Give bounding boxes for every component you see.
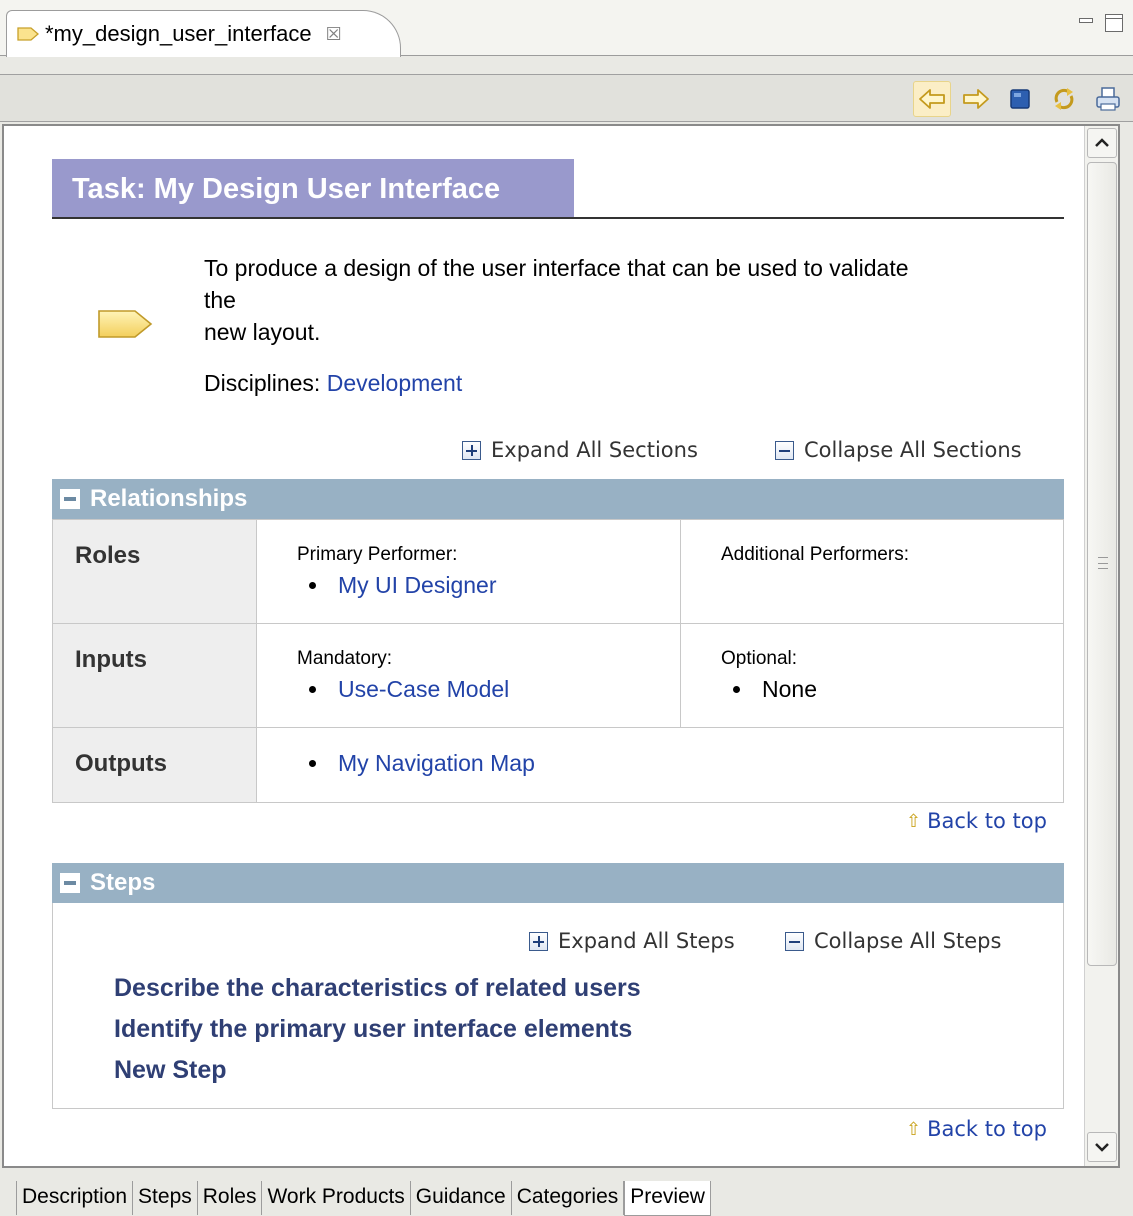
- expand-icon: [462, 440, 481, 460]
- step-title[interactable]: Describe the characteristics of related …: [114, 974, 641, 1003]
- editor-tab-strip: *my_design_user_interface ☒: [0, 0, 1133, 57]
- maximize-icon[interactable]: [1105, 14, 1123, 32]
- close-tab-icon[interactable]: ☒: [326, 24, 342, 45]
- relationships-table: Roles Primary Performer: My UI Designer …: [52, 519, 1064, 803]
- collapse-section-icon[interactable]: [60, 489, 80, 509]
- work-product-link[interactable]: My Navigation Map: [338, 750, 535, 777]
- grip-icon: [1098, 557, 1108, 569]
- stop-icon: [1010, 89, 1030, 109]
- preview-browser: Task: My Design User Interface To produc…: [2, 124, 1120, 1168]
- scroll-up-button[interactable]: [1087, 128, 1117, 158]
- expand-all-sections-link[interactable]: Expand All Sections: [462, 438, 698, 462]
- tab-work-products[interactable]: Work Products: [262, 1181, 411, 1215]
- disciplines-label: Disciplines:: [204, 370, 321, 396]
- inputs-row: Inputs Mandatory: Use-Case Model Optiona…: [52, 623, 1064, 728]
- tab-steps[interactable]: Steps: [133, 1181, 198, 1215]
- back-icon: [919, 89, 945, 109]
- roles-row: Roles Primary Performer: My UI Designer …: [52, 519, 1064, 624]
- back-to-top-label: Back to top: [927, 809, 1047, 833]
- expand-all-sections-label: Expand All Sections: [491, 438, 698, 462]
- title-divider: [52, 217, 1064, 219]
- outputs-row: Outputs My Navigation Map: [52, 727, 1064, 803]
- inputs-label: Inputs: [52, 623, 257, 728]
- browser-toolbar: [0, 74, 1133, 122]
- steps-title: Steps: [90, 869, 156, 896]
- expand-icon: [529, 931, 548, 951]
- mandatory-label: Mandatory:: [297, 648, 393, 669]
- disciplines-row: Disciplines: Development: [204, 370, 462, 397]
- editor-tab[interactable]: *my_design_user_interface ☒: [6, 10, 401, 57]
- collapse-all-sections-link[interactable]: Collapse All Sections: [775, 438, 1022, 462]
- work-product-link[interactable]: Use-Case Model: [338, 676, 509, 703]
- collapse-all-steps-label: Collapse All Steps: [814, 929, 1002, 953]
- primary-performer-cell: Primary Performer: My UI Designer: [256, 519, 681, 624]
- relationships-section-header[interactable]: Relationships: [52, 479, 1064, 519]
- expand-all-steps-link[interactable]: Expand All Steps: [529, 929, 735, 953]
- chevron-up-icon: [1095, 138, 1109, 147]
- optional-label: Optional:: [721, 648, 798, 669]
- up-arrow-icon: ⇧: [906, 810, 922, 832]
- step-title[interactable]: Identify the primary user interface elem…: [114, 1015, 632, 1044]
- brief-line: new layout.: [204, 319, 321, 345]
- outputs-label: Outputs: [52, 727, 257, 803]
- minimize-icon[interactable]: [1077, 14, 1095, 32]
- task-brief-description: To produce a design of the user interfac…: [204, 252, 1034, 348]
- optional-inputs-cell: Optional: None: [680, 623, 1064, 728]
- tab-categories[interactable]: Categories: [511, 1181, 625, 1215]
- editor-page-tabs: Description Steps Roles Work Products Gu…: [16, 1181, 711, 1216]
- primary-performer-label: Primary Performer:: [297, 544, 458, 565]
- brief-line: To produce a design of the user interfac…: [204, 255, 909, 281]
- print-button[interactable]: [1089, 81, 1127, 117]
- tab-preview[interactable]: Preview: [624, 1181, 711, 1216]
- collapse-icon: [785, 931, 804, 951]
- scroll-thumb[interactable]: [1087, 162, 1117, 966]
- chevron-down-icon: [1095, 1143, 1109, 1152]
- vertical-scrollbar[interactable]: [1084, 126, 1118, 1166]
- step-title[interactable]: New Step: [114, 1056, 227, 1085]
- back-to-top-label: Back to top: [927, 1117, 1047, 1141]
- list-item: None: [733, 676, 1063, 703]
- roles-label: Roles: [52, 519, 257, 624]
- tab-roles[interactable]: Roles: [197, 1181, 263, 1215]
- editor-tab-title: *my_design_user_interface: [45, 21, 312, 46]
- window-controls: [1077, 14, 1123, 32]
- brief-line: the: [204, 287, 236, 313]
- up-arrow-icon: ⇧: [906, 1118, 922, 1140]
- stop-button[interactable]: [1001, 81, 1039, 117]
- forward-button[interactable]: [957, 81, 995, 117]
- back-to-top-link[interactable]: ⇧ Back to top: [906, 1117, 1047, 1141]
- additional-performers-cell: Additional Performers:: [680, 519, 1064, 624]
- collapse-all-sections-label: Collapse All Sections: [804, 438, 1022, 462]
- forward-icon: [963, 89, 989, 109]
- back-button[interactable]: [913, 81, 951, 117]
- refresh-icon: [1054, 88, 1074, 110]
- additional-performers-label: Additional Performers:: [721, 544, 909, 565]
- task-page: Task: My Design User Interface To produc…: [4, 126, 1084, 1166]
- tab-description[interactable]: Description: [16, 1181, 134, 1215]
- role-link[interactable]: My UI Designer: [338, 572, 496, 599]
- list-item: My Navigation Map: [309, 750, 1063, 777]
- discipline-link[interactable]: Development: [327, 370, 463, 396]
- expand-all-steps-label: Expand All Steps: [558, 929, 735, 953]
- task-icon: [17, 27, 39, 41]
- collapse-section-icon[interactable]: [60, 873, 80, 893]
- refresh-button[interactable]: [1045, 81, 1083, 117]
- list-item: Use-Case Model: [309, 676, 680, 703]
- optional-value: None: [762, 676, 817, 702]
- editor-frame: *my_design_user_interface ☒ Task: My Des…: [0, 0, 1133, 1216]
- relationships-title: Relationships: [90, 485, 248, 512]
- print-icon: [1096, 87, 1120, 111]
- collapse-icon: [775, 440, 794, 460]
- outputs-cell: My Navigation Map: [256, 727, 1064, 803]
- back-to-top-link[interactable]: ⇧ Back to top: [906, 809, 1047, 833]
- mandatory-inputs-cell: Mandatory: Use-Case Model: [256, 623, 681, 728]
- task-icon: [98, 310, 153, 338]
- page-title: Task: My Design User Interface: [52, 159, 574, 219]
- scroll-down-button[interactable]: [1087, 1132, 1117, 1162]
- steps-section-header[interactable]: Steps: [52, 863, 1064, 903]
- tab-guidance[interactable]: Guidance: [410, 1181, 512, 1215]
- collapse-all-steps-link[interactable]: Collapse All Steps: [785, 929, 1001, 953]
- list-item: My UI Designer: [309, 572, 680, 599]
